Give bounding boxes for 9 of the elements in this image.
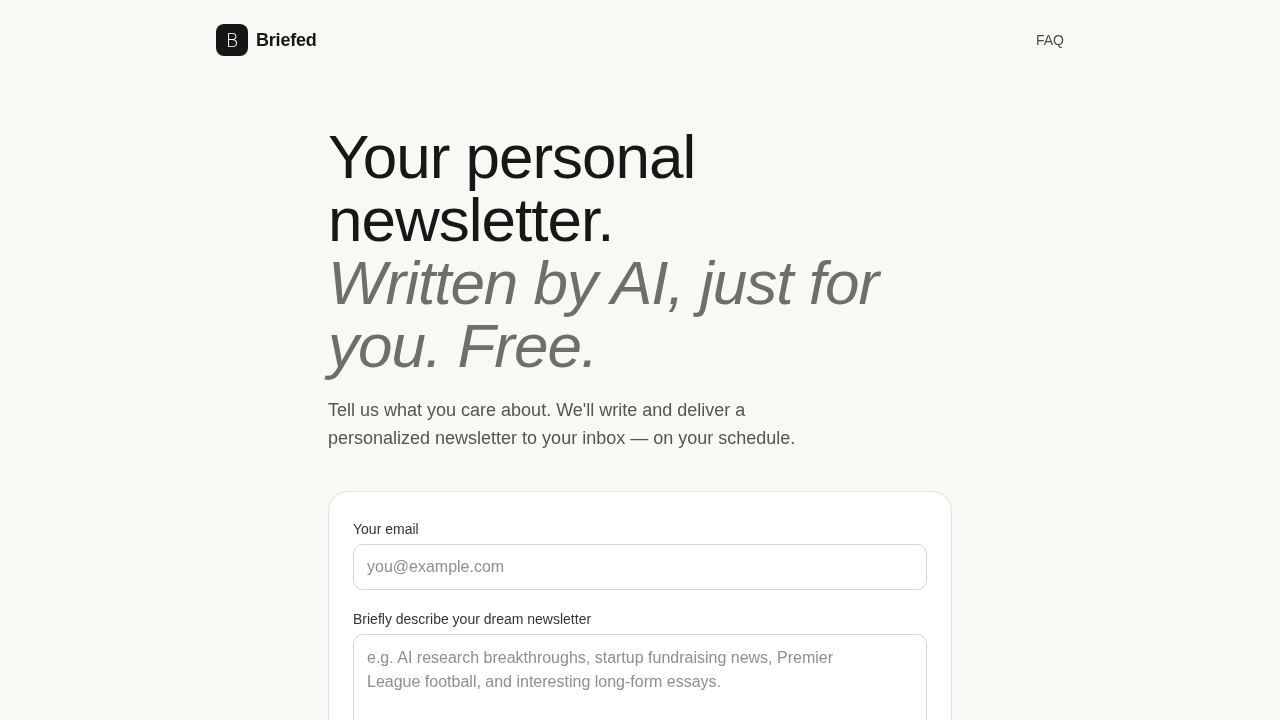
description-field[interactable]: e.g. AI research breakthroughs, startup fundraising news, Premier League football, and interesting long-form essays. [353, 634, 927, 720]
nav-link[interactable]: FAQ [1036, 32, 1064, 48]
brand-name[interactable]: Briefed [256, 29, 317, 51]
brand-logo[interactable]: B [216, 24, 248, 56]
field-label: Your email [353, 520, 420, 539]
hero-title: Your personal newsletter. [328, 125, 697, 251]
email-field[interactable]: you@example.com [353, 544, 927, 590]
hero-description: Tell us what you care about. We'll write and deliver a personalized newsletter to your inbox — on your schedule. [328, 399, 797, 450]
field-label: Briefly describe your dream newsletter [353, 610, 593, 629]
